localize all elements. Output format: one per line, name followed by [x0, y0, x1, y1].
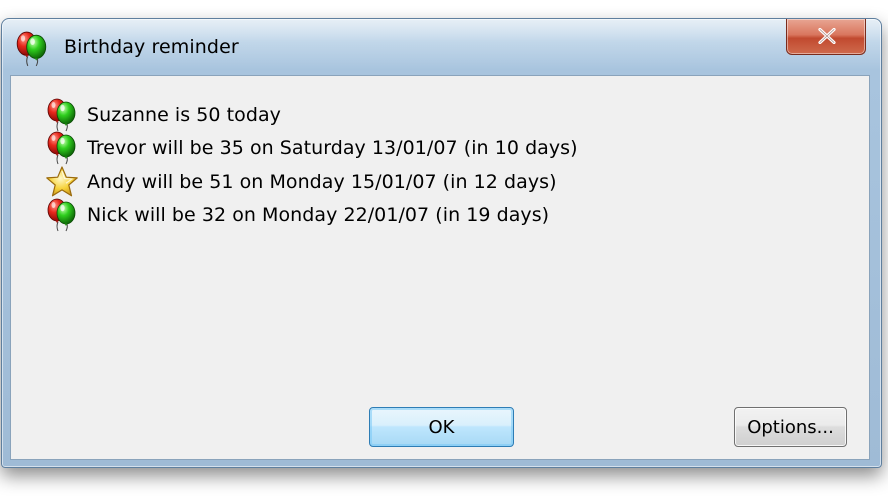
balloons-icon — [45, 98, 79, 132]
list-item: Suzanne is 50 today — [45, 98, 578, 132]
close-button[interactable] — [786, 19, 866, 55]
birthday-reminder-window: Birthday reminder Suzanne is 50 today Tr… — [1, 18, 882, 468]
reminder-text: Nick will be 32 on Monday 22/01/07 (in 1… — [87, 204, 550, 227]
options-button[interactable]: Options... — [734, 407, 847, 447]
title-bar[interactable]: Birthday reminder — [2, 19, 881, 71]
list-item: Nick will be 32 on Monday 22/01/07 (in 1… — [45, 199, 578, 233]
reminder-text: Andy will be 51 on Monday 15/01/07 (in 1… — [87, 170, 557, 193]
ok-button[interactable]: OK — [369, 407, 514, 447]
list-item: Trevor will be 35 on Saturday 13/01/07 (… — [45, 132, 578, 166]
reminder-text: Suzanne is 50 today — [87, 103, 281, 126]
balloons-icon — [45, 131, 79, 165]
dialog-client-area: Suzanne is 50 today Trevor will be 35 on… — [10, 75, 870, 460]
balloons-icon — [14, 31, 50, 67]
window-title: Birthday reminder — [64, 36, 239, 58]
star-icon — [45, 165, 79, 199]
reminder-list: Suzanne is 50 today Trevor will be 35 on… — [45, 98, 578, 232]
list-item: Andy will be 51 on Monday 15/01/07 (in 1… — [45, 165, 578, 199]
balloons-icon — [45, 198, 79, 232]
reminder-text: Trevor will be 35 on Saturday 13/01/07 (… — [87, 137, 578, 160]
close-icon — [818, 28, 836, 44]
